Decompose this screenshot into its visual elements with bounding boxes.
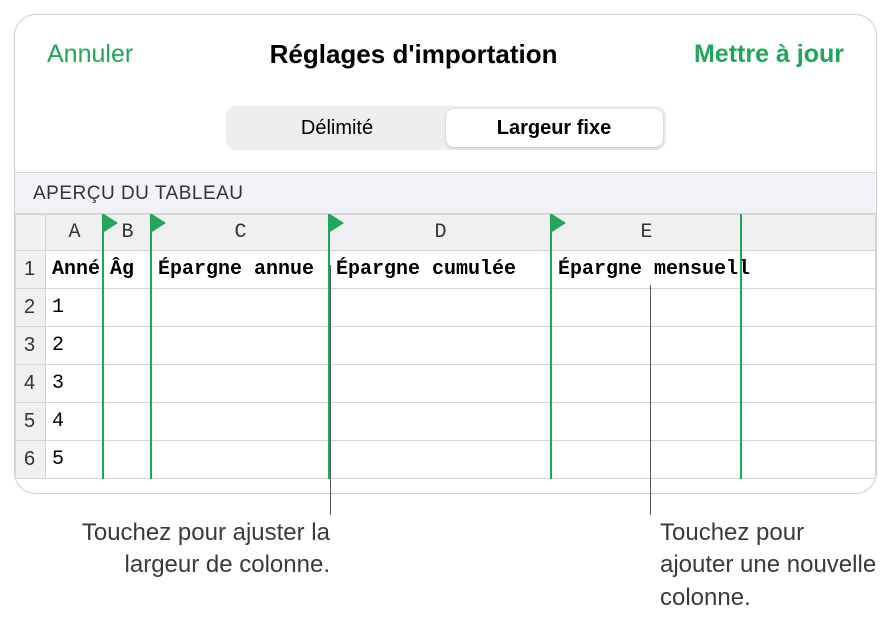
table-row: 6 5 [16,441,876,479]
column-divider[interactable] [328,214,330,479]
mode-segmented-control[interactable]: Délimité Largeur fixe [226,106,666,150]
table-row: 2 1 [16,289,876,327]
cell[interactable]: 2 [46,327,104,365]
col-header-d[interactable]: D [330,215,552,251]
column-divider[interactable] [102,214,104,479]
cell[interactable] [104,289,152,327]
panel-title: Réglages d'importation [270,39,558,70]
cell[interactable] [552,289,742,327]
row-header[interactable]: 2 [16,289,46,327]
row-header[interactable]: 4 [16,365,46,403]
cell[interactable] [552,327,742,365]
cell[interactable] [552,403,742,441]
cell[interactable] [742,365,876,403]
cell[interactable]: Âg [104,251,152,289]
cell[interactable] [552,441,742,479]
cell[interactable] [330,289,552,327]
cell[interactable] [742,327,876,365]
col-header-blank [742,215,876,251]
cell[interactable] [742,289,876,327]
cell[interactable] [742,441,876,479]
cell[interactable] [104,327,152,365]
table-row: 5 4 [16,403,876,441]
cell[interactable]: Épargne cumulée [330,251,552,289]
table-row: 1 Anné Âg Épargne annue Épargne cumulée … [16,251,876,289]
cell[interactable] [552,365,742,403]
cell[interactable] [330,441,552,479]
callout-leader-line [650,285,651,515]
column-handle-icon[interactable] [552,214,566,232]
row-header[interactable]: 3 [16,327,46,365]
row-header[interactable]: 5 [16,403,46,441]
panel-header: Annuler Réglages d'importation Mettre à … [15,15,876,80]
column-divider[interactable] [740,214,742,479]
column-handle-icon[interactable] [330,214,344,232]
cell[interactable] [330,365,552,403]
cell[interactable]: Anné [46,251,104,289]
cell[interactable] [152,365,330,403]
preview-section-header: APERÇU DU TABLEAU [15,172,876,214]
preview-table: A B C D E 1 Anné Âg Épargne annue Épargn… [15,214,876,479]
cell[interactable] [742,403,876,441]
cell[interactable]: Épargne annue [152,251,330,289]
cell[interactable] [104,365,152,403]
cell[interactable] [152,403,330,441]
import-settings-panel: Annuler Réglages d'importation Mettre à … [14,14,877,494]
column-handle-icon[interactable] [152,214,166,232]
table-row: 4 3 [16,365,876,403]
cell[interactable]: 3 [46,365,104,403]
column-handle-icon[interactable] [104,214,118,232]
callout-add-column: Touchez pour ajouter une nouvelle colonn… [660,517,880,614]
cell[interactable]: Épargne mensuell [552,251,876,289]
row-header[interactable]: 6 [16,441,46,479]
callout-leader-line [330,265,331,515]
cell[interactable]: 1 [46,289,104,327]
row-header[interactable]: 1 [16,251,46,289]
table-preview: A B C D E 1 Anné Âg Épargne annue Épargn… [15,214,876,479]
corner-cell [16,215,46,251]
col-header-e[interactable]: E [552,215,742,251]
column-divider[interactable] [150,214,152,479]
cell[interactable] [330,327,552,365]
col-header-c[interactable]: C [152,215,330,251]
cancel-button[interactable]: Annuler [47,40,133,69]
mode-segmented-container: Délimité Largeur fixe [15,80,876,172]
cell[interactable] [330,403,552,441]
cell[interactable]: 4 [46,403,104,441]
segment-fixed-width[interactable]: Largeur fixe [446,109,663,147]
col-header-a[interactable]: A [46,215,104,251]
callout-adjust-width: Touchez pour ajuster la largeur de colon… [80,517,330,582]
segment-delimited[interactable]: Délimité [229,109,446,147]
cell[interactable] [104,441,152,479]
cell[interactable] [104,403,152,441]
cell[interactable] [152,289,330,327]
update-button[interactable]: Mettre à jour [694,40,844,69]
cell[interactable] [152,327,330,365]
table-row: 3 2 [16,327,876,365]
column-divider[interactable] [550,214,552,479]
cell[interactable] [152,441,330,479]
cell[interactable]: 5 [46,441,104,479]
